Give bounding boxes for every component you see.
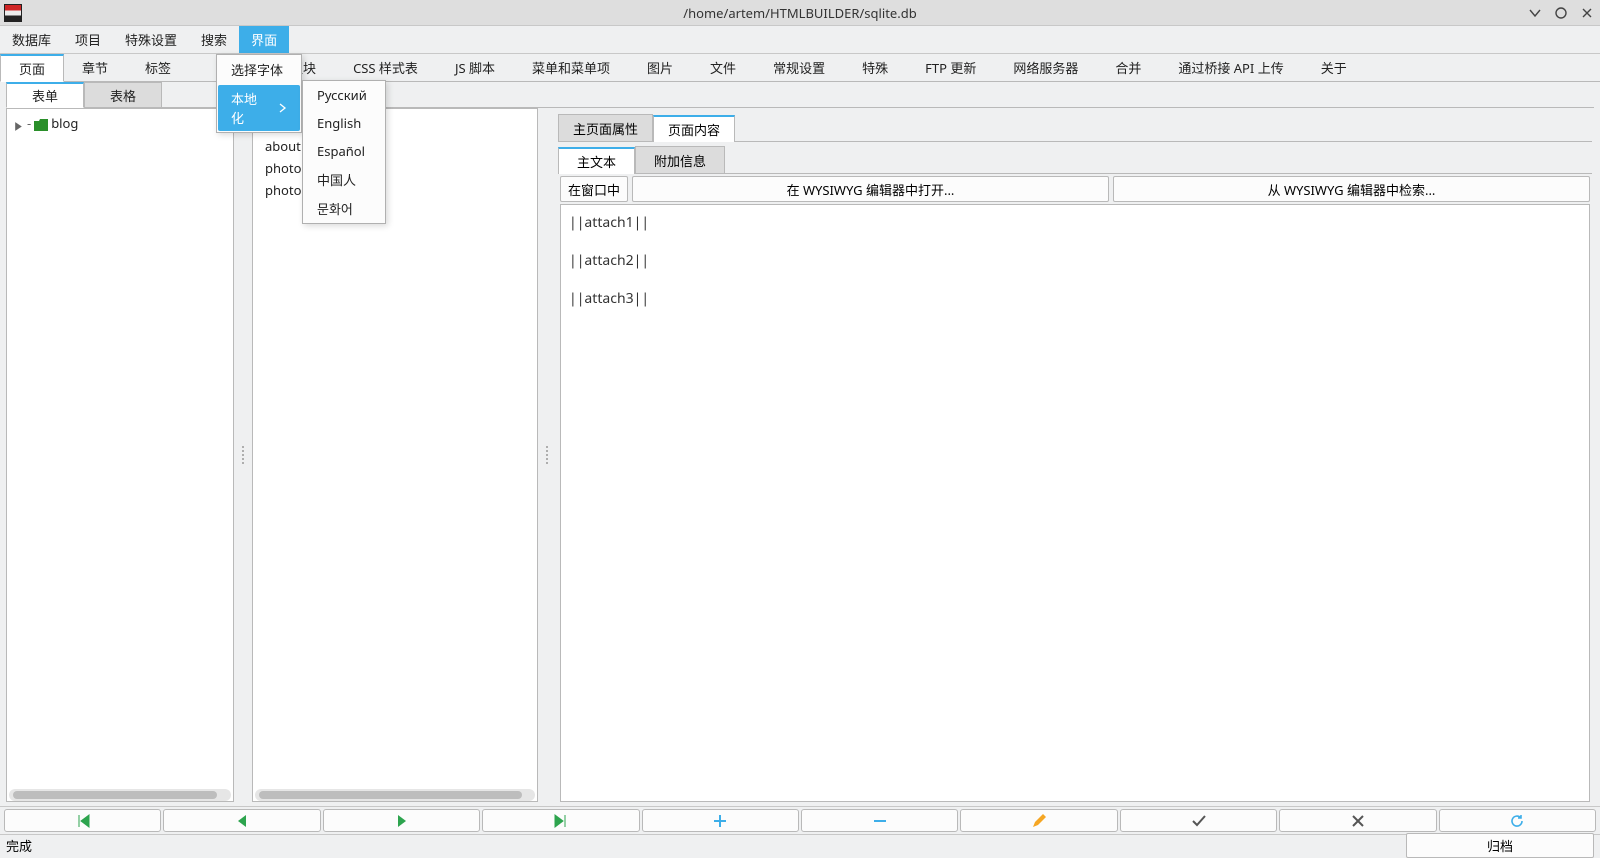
list-item[interactable]: about — [259, 135, 531, 157]
tree[interactable]: - blog — [7, 109, 233, 787]
subtab-table[interactable]: 表格 — [84, 82, 162, 107]
maximize-button[interactable] — [1554, 6, 1568, 20]
lang-english[interactable]: English — [303, 109, 385, 137]
btn-open-wysiwyg[interactable]: 在 WYSIWYG 编辑器中打开... — [632, 176, 1109, 202]
rtab-page-properties[interactable]: 主页面属性 — [558, 114, 653, 141]
menu-project[interactable]: 项目 — [63, 26, 113, 53]
right-panel: 主页面属性 页面内容 主文本 附加信息 在窗口中 在 WYSIWYG 编辑器中打… — [556, 108, 1594, 802]
btn-prev[interactable] — [163, 809, 320, 832]
archive-button[interactable]: 归档 — [1406, 833, 1594, 858]
bottom-toolbar — [0, 806, 1600, 834]
rtab-page-content[interactable]: 页面内容 — [653, 115, 735, 142]
subtab-form[interactable]: 表单 — [6, 82, 84, 108]
lang-korean[interactable]: 문화어 — [303, 194, 385, 223]
folder-icon — [34, 117, 48, 129]
rtab-main-text[interactable]: 主文本 — [558, 147, 635, 174]
lang-spanish[interactable]: Español — [303, 137, 385, 165]
statusbar: 完成 归档 — [0, 834, 1600, 856]
app-icon — [4, 4, 22, 22]
tab-js[interactable]: JS 脚本 — [437, 54, 514, 81]
menu-localization-label: 本地化 — [231, 89, 267, 127]
tab-merge[interactable]: 合并 — [1097, 54, 1160, 81]
btn-last[interactable] — [482, 809, 639, 832]
left-panel: - blog — [6, 108, 234, 802]
btn-refresh[interactable] — [1439, 809, 1596, 832]
tab-css[interactable]: CSS 样式表 — [335, 54, 437, 81]
tab-images[interactable]: 图片 — [629, 54, 692, 81]
btn-add[interactable] — [642, 809, 799, 832]
editor-buttons: 在窗口中 在 WYSIWYG 编辑器中打开... 从 WYSIWYG 编辑器中检… — [558, 174, 1592, 204]
tab-tag[interactable]: 标签 — [127, 54, 190, 81]
list-item[interactable]: photos — [259, 179, 531, 201]
menu-search[interactable]: 搜索 — [189, 26, 239, 53]
splitter-right[interactable] — [544, 108, 550, 802]
lang-russian[interactable]: Русский — [303, 81, 385, 109]
left-hscroll[interactable] — [9, 789, 231, 801]
expand-icon[interactable] — [13, 118, 24, 129]
btn-retrieve-wysiwyg[interactable]: 从 WYSIWYG 编辑器中检索... — [1113, 176, 1590, 202]
splitter-left[interactable] — [240, 108, 246, 802]
tree-label: blog — [51, 114, 78, 132]
interface-menu-popup: 选择字体 本地化 — [216, 54, 302, 133]
btn-edit[interactable] — [960, 809, 1117, 832]
tab-ftp[interactable]: FTP 更新 — [907, 54, 995, 81]
titlebar: /home/artem/HTMLBUILDER/sqlite.db — [0, 0, 1600, 26]
right-tabs-row1: 主页面属性 页面内容 — [558, 114, 1592, 142]
mid-panel: index about photos photos — [252, 108, 538, 802]
menu-choose-font-label: 选择字体 — [231, 60, 283, 79]
menu-database[interactable]: 数据库 — [0, 26, 63, 53]
mid-hscroll[interactable] — [255, 789, 535, 801]
editor-textarea[interactable]: ||attach1|| ||attach2|| ||attach3|| — [560, 204, 1590, 802]
rtab-additional-info[interactable]: 附加信息 — [635, 146, 725, 173]
menu-interface[interactable]: 界面 — [239, 26, 289, 53]
btn-cancel[interactable] — [1279, 809, 1436, 832]
minimize-button[interactable] — [1528, 6, 1542, 20]
mid-list[interactable]: index about photos photos — [253, 109, 537, 787]
btn-in-window[interactable]: 在窗口中 — [560, 176, 628, 202]
menu-localization[interactable]: 本地化 — [218, 85, 300, 131]
status-text: 完成 — [6, 836, 32, 855]
tab-menus[interactable]: 菜单和菜单项 — [514, 54, 629, 81]
lang-chinese[interactable]: 中国人 — [303, 165, 385, 194]
chevron-right-icon — [267, 99, 287, 117]
btn-first[interactable] — [4, 809, 161, 832]
tab-page[interactable]: 页面 — [0, 54, 64, 82]
btn-confirm[interactable] — [1120, 809, 1277, 832]
tab-chapter[interactable]: 章节 — [64, 54, 127, 81]
tab-files[interactable]: 文件 — [692, 54, 755, 81]
close-button[interactable] — [1580, 6, 1594, 20]
menu-special-settings[interactable]: 特殊设置 — [113, 26, 189, 53]
tab-about[interactable]: 关于 — [1303, 54, 1366, 81]
tab-special[interactable]: 特殊 — [844, 54, 907, 81]
tab-webserver[interactable]: 网络服务器 — [995, 54, 1097, 81]
tree-row-blog[interactable]: - blog — [13, 113, 227, 133]
localization-submenu: Русский English Español 中国人 문화어 — [302, 80, 386, 224]
list-item[interactable]: photos — [259, 157, 531, 179]
btn-remove[interactable] — [801, 809, 958, 832]
window-controls — [1528, 6, 1594, 20]
menubar: 数据库 项目 特殊设置 搜索 界面 — [0, 26, 1600, 54]
right-tabs-row2: 主文本 附加信息 — [558, 146, 1592, 174]
menu-choose-font[interactable]: 选择字体 — [217, 55, 301, 84]
tab-bridge-api[interactable]: 通过桥接 API 上传 — [1160, 54, 1302, 81]
window-title: /home/artem/HTMLBUILDER/sqlite.db — [683, 4, 916, 22]
btn-next[interactable] — [323, 809, 480, 832]
tab-general-settings[interactable]: 常规设置 — [755, 54, 844, 81]
